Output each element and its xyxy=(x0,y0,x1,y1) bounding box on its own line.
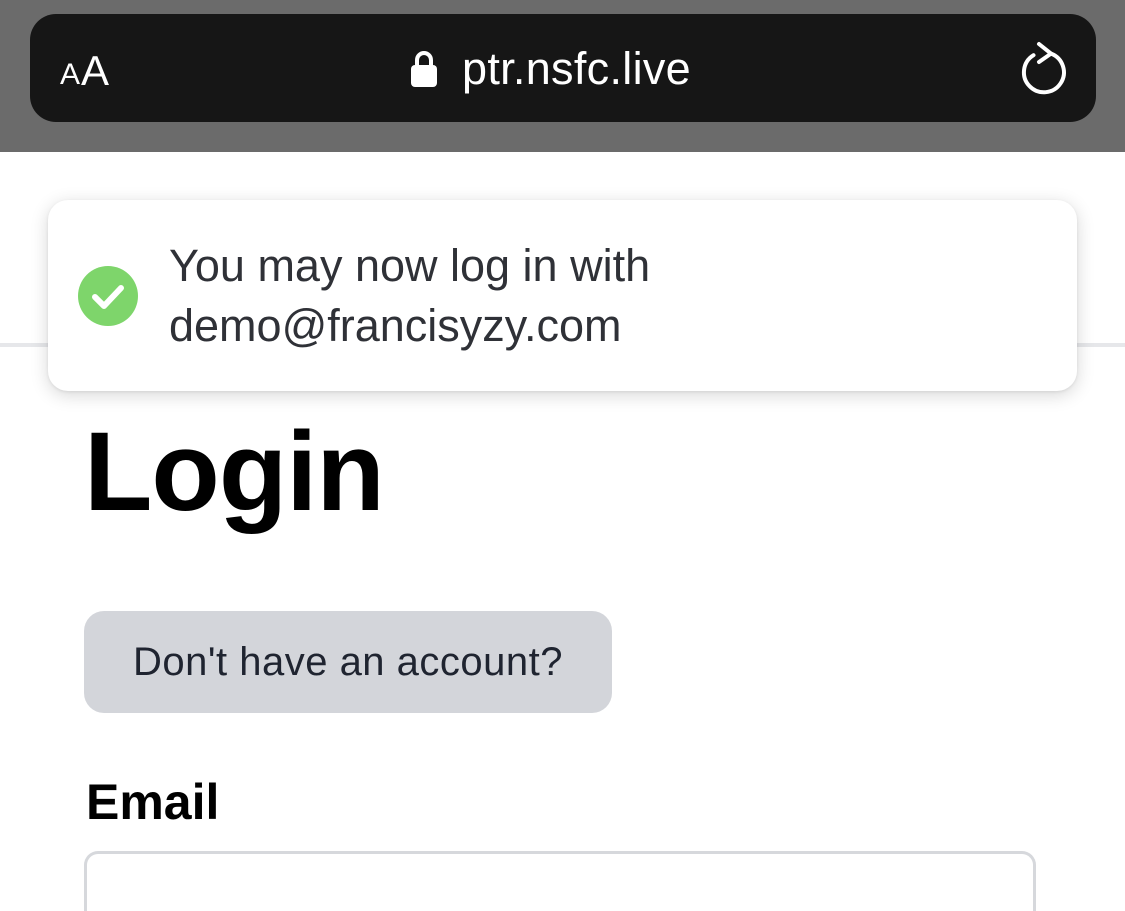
url-field[interactable]: ptr.nsfc.live xyxy=(410,36,691,102)
email-label: Email xyxy=(86,774,220,830)
signup-link-button[interactable]: Don't have an account? xyxy=(84,611,612,713)
email-field[interactable] xyxy=(84,851,1036,911)
success-toast[interactable]: You may now log in with demo@francisyzy.… xyxy=(48,200,1077,391)
toast-message: You may now log in with demo@francisyzy.… xyxy=(169,236,1019,356)
text-size-button[interactable]: A A xyxy=(60,40,109,92)
browser-chrome: A A ptr.nsfc.live xyxy=(0,0,1125,152)
page-title: Login xyxy=(84,409,385,534)
lock-icon xyxy=(410,49,438,89)
reload-icon[interactable] xyxy=(1020,40,1070,96)
toast-message-line-1: You may now log in with xyxy=(169,240,651,291)
toast-message-line-2: demo@francisyzy.com xyxy=(169,300,622,351)
check-circle-icon xyxy=(78,266,138,326)
url-text: ptr.nsfc.live xyxy=(462,43,691,94)
text-size-large-glyph: A xyxy=(81,47,110,94)
text-size-small-glyph: A xyxy=(60,58,81,91)
